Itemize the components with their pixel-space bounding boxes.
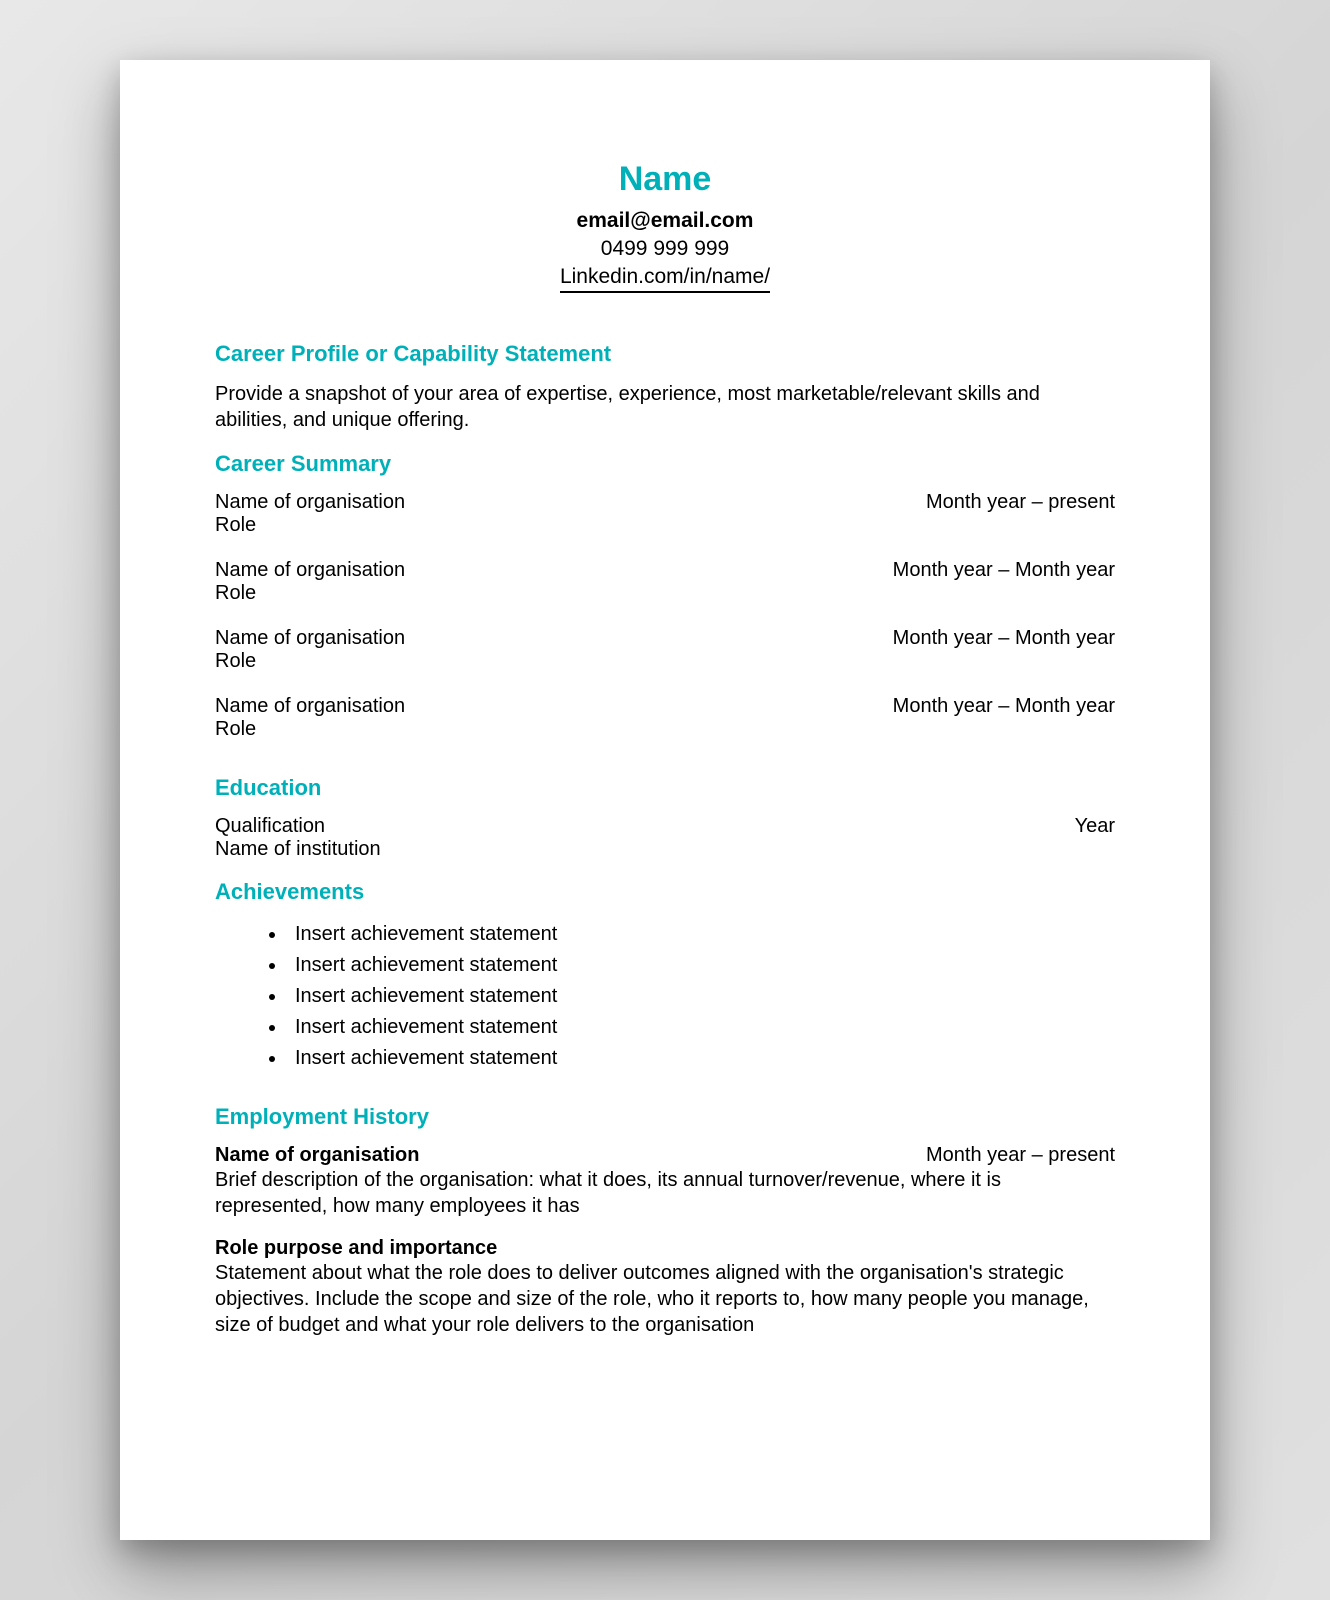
summary-org: Name of organisation [215, 491, 405, 514]
career-summary-heading: Career Summary [215, 451, 1115, 477]
summary-date: Month year – Month year [893, 559, 1115, 582]
achievements-section: Achievements Insert achievement statemen… [215, 879, 1115, 1074]
header-block: Name email@email.com 0499 999 999 Linked… [215, 160, 1115, 293]
achievements-list: Insert achievement statement Insert achi… [215, 919, 1115, 1074]
summary-date: Month year – Month year [893, 695, 1115, 718]
summary-item: Name of organisation Month year – Month … [215, 695, 1115, 741]
career-summary-section: Career Summary Name of organisation Mont… [215, 451, 1115, 741]
achievement-item: Insert achievement statement [287, 950, 1115, 981]
summary-role: Role [215, 582, 1115, 605]
employment-description: Brief description of the organisation: w… [215, 1167, 1115, 1219]
summary-org: Name of organisation [215, 695, 405, 718]
achievement-item: Insert achievement statement [287, 981, 1115, 1012]
phone-text: 0499 999 999 [215, 237, 1115, 261]
education-qualification: Qualification [215, 815, 325, 838]
achievements-heading: Achievements [215, 879, 1115, 905]
summary-role: Role [215, 718, 1115, 741]
education-section: Education Qualification Year Name of ins… [215, 775, 1115, 861]
summary-org: Name of organisation [215, 627, 405, 650]
email-text: email@email.com [215, 209, 1115, 233]
employment-section: Employment History Name of organisation … [215, 1104, 1115, 1338]
name-title: Name [215, 160, 1115, 199]
summary-date: Month year – present [926, 491, 1115, 514]
summary-date: Month year – Month year [893, 627, 1115, 650]
summary-role: Role [215, 650, 1115, 673]
achievement-item: Insert achievement statement [287, 919, 1115, 950]
employment-org: Name of organisation [215, 1144, 419, 1167]
employment-date: Month year – present [926, 1144, 1115, 1167]
summary-item: Name of organisation Month year – Month … [215, 627, 1115, 673]
summary-org: Name of organisation [215, 559, 405, 582]
education-institution: Name of institution [215, 838, 1115, 861]
summary-item: Name of organisation Month year – Month … [215, 559, 1115, 605]
career-profile-section: Career Profile or Capability Statement P… [215, 341, 1115, 433]
career-profile-heading: Career Profile or Capability Statement [215, 341, 1115, 367]
employment-heading: Employment History [215, 1104, 1115, 1130]
role-purpose-description: Statement about what the role does to de… [215, 1260, 1115, 1338]
education-year: Year [1075, 815, 1115, 838]
achievement-item: Insert achievement statement [287, 1043, 1115, 1074]
resume-page: Name email@email.com 0499 999 999 Linked… [120, 60, 1210, 1540]
role-purpose-heading: Role purpose and importance [215, 1237, 1115, 1260]
achievement-item: Insert achievement statement [287, 1012, 1115, 1043]
summary-item: Name of organisation Month year – presen… [215, 491, 1115, 537]
summary-role: Role [215, 514, 1115, 537]
education-heading: Education [215, 775, 1115, 801]
career-profile-body: Provide a snapshot of your area of exper… [215, 381, 1115, 433]
linkedin-link[interactable]: Linkedin.com/in/name/ [560, 265, 770, 293]
